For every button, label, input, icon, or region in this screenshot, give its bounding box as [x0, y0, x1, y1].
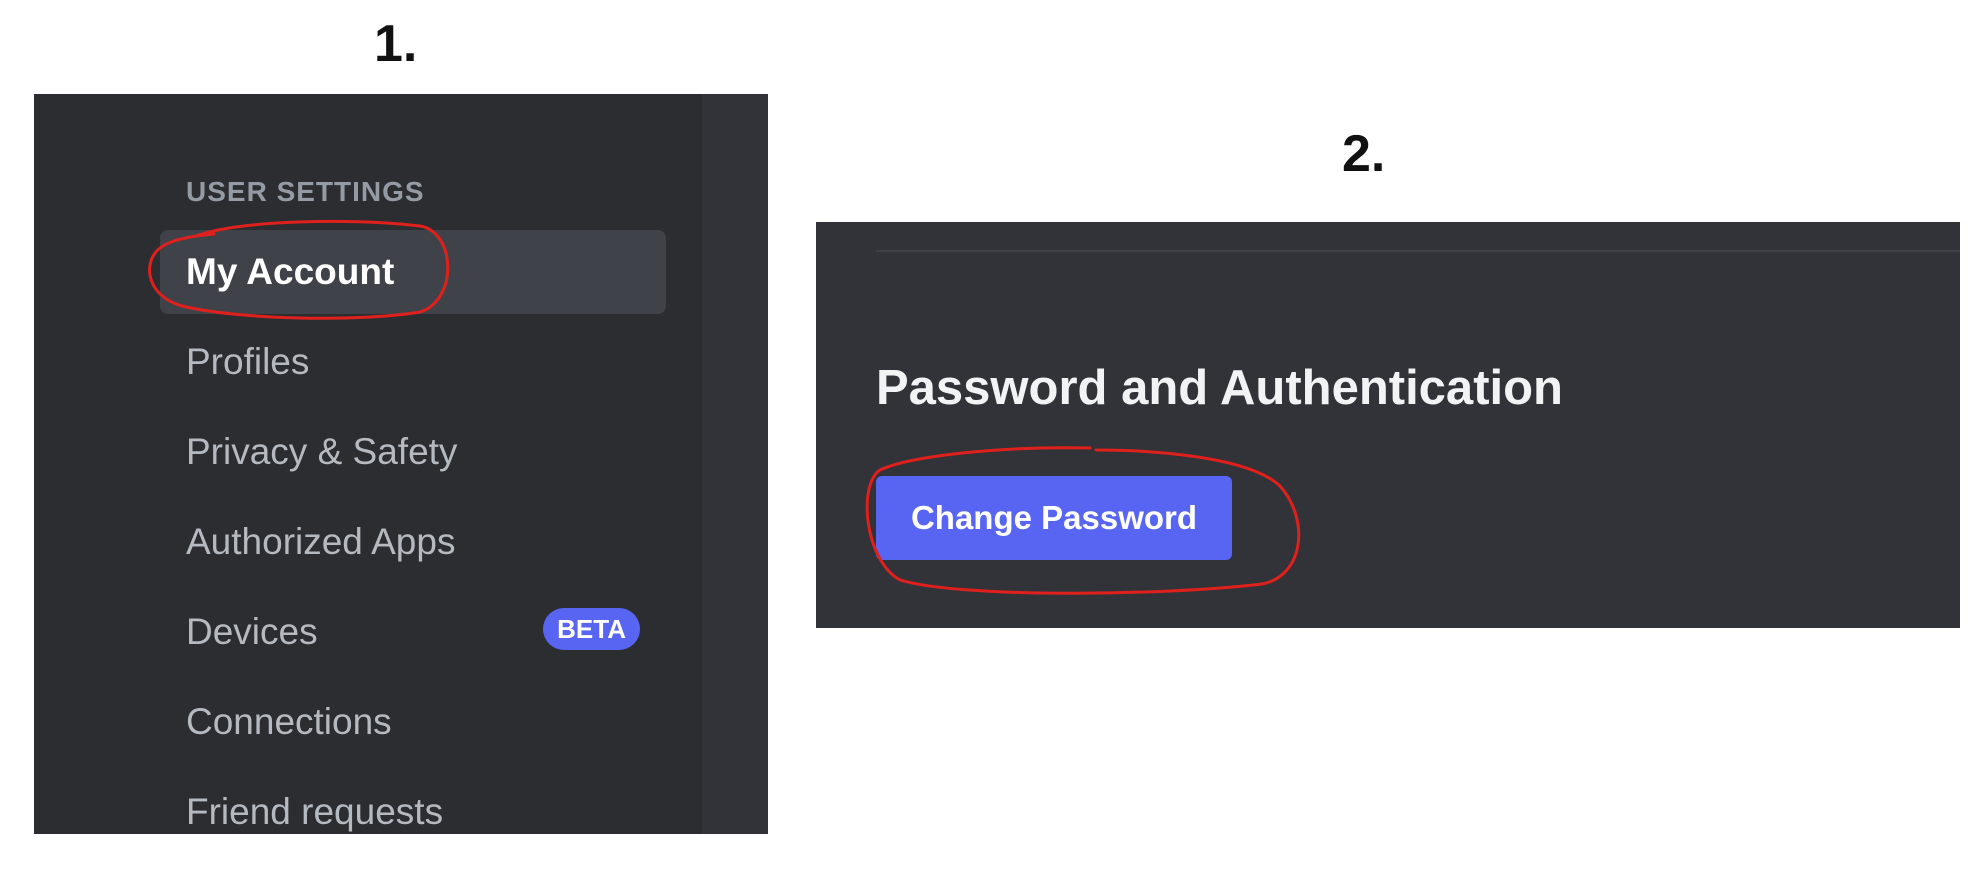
sidebar-item-connections[interactable]: Connections: [160, 680, 666, 764]
settings-sidebar-screenshot: USER SETTINGS My Account Profiles Privac…: [34, 94, 768, 834]
tutorial-figure: 1. 2. USER SETTINGS My Account Profiles …: [0, 0, 1986, 874]
sidebar-item-label: Connections: [186, 701, 392, 742]
step-2-number: 2.: [1342, 125, 1386, 183]
sidebar-item-label: Devices: [186, 611, 318, 652]
beta-badge: BETA: [543, 608, 640, 650]
change-password-button[interactable]: Change Password: [876, 476, 1232, 560]
password-section-screenshot: Password and Authentication Change Passw…: [816, 222, 1960, 628]
section-divider: [876, 250, 1960, 252]
content-area-edge: [702, 94, 768, 834]
sidebar-item-label: Privacy & Safety: [186, 431, 458, 472]
sidebar-item-label: My Account: [186, 251, 395, 292]
sidebar-item-label: Authorized Apps: [186, 521, 456, 562]
sidebar-item-privacy-safety[interactable]: Privacy & Safety: [160, 410, 666, 494]
sidebar-item-friend-requests[interactable]: Friend requests: [160, 770, 666, 834]
sidebar-item-label: Friend requests: [186, 791, 444, 832]
sidebar-item-profiles[interactable]: Profiles: [160, 320, 666, 404]
sidebar-item-label: Profiles: [186, 341, 310, 382]
sidebar-item-authorized-apps[interactable]: Authorized Apps: [160, 500, 666, 584]
password-authentication-title: Password and Authentication: [876, 361, 1563, 415]
sidebar-item-my-account[interactable]: My Account: [160, 230, 666, 314]
step-1-number: 1.: [374, 15, 418, 73]
user-settings-header: USER SETTINGS: [186, 176, 425, 207]
sidebar-item-devices[interactable]: Devices BETA: [160, 590, 666, 674]
